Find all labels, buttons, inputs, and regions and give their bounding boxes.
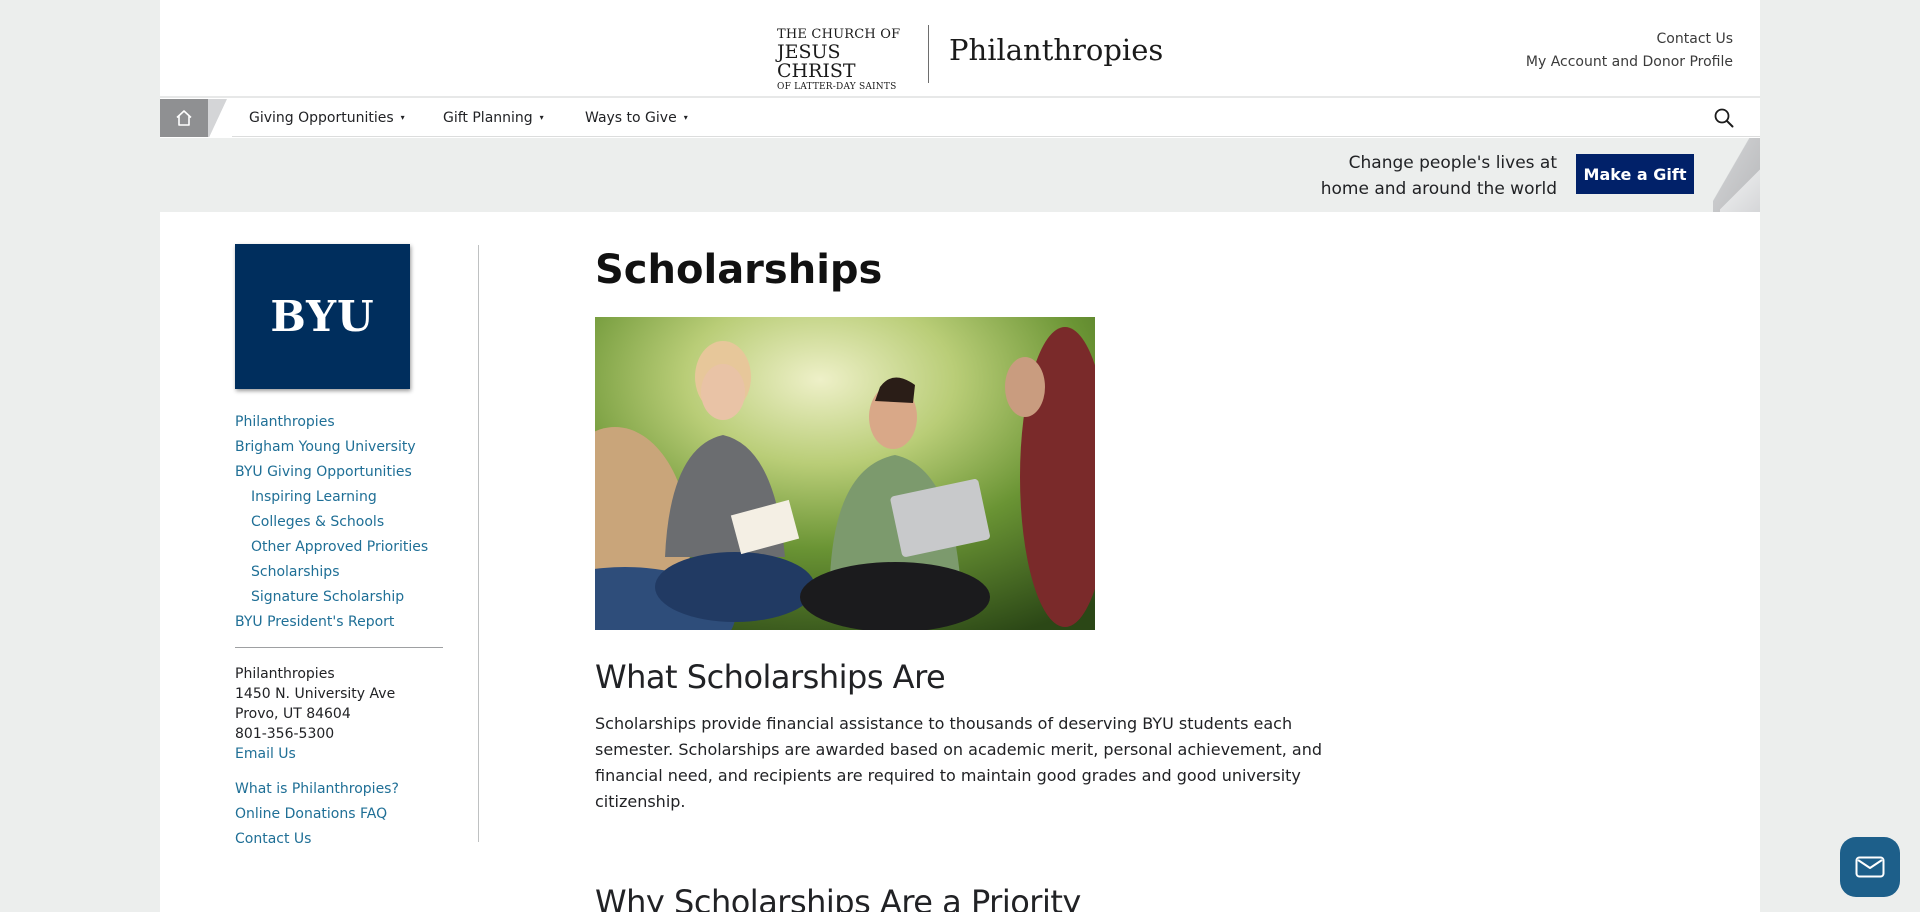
hero-image-students <box>595 317 1095 630</box>
header-links: Contact Us My Account and Donor Profile <box>1526 28 1733 74</box>
site-name-logo[interactable]: Philanthropies <box>949 33 1163 67</box>
caret-down-icon: ▾ <box>400 113 405 122</box>
nav-gift-planning-label: Gift Planning <box>443 110 533 126</box>
section-heading-what-scholarships-are: What Scholarships Are <box>595 658 946 696</box>
sidebar-divider <box>235 647 443 648</box>
students-photo-illustration <box>595 317 1095 630</box>
sidebar-item-other-approved-priorities[interactable]: Other Approved Priorities <box>235 535 465 560</box>
mail-icon <box>1855 856 1885 878</box>
site-header: THE CHURCH OF JESUS CHRIST OF LATTER-DAY… <box>160 0 1760 98</box>
home-button[interactable] <box>160 99 208 137</box>
byu-logo-text: BYU <box>270 292 375 341</box>
church-logo-line1: THE CHURCH OF <box>777 27 901 42</box>
home-icon <box>176 110 192 126</box>
online-donations-faq-link[interactable]: Online Donations FAQ <box>235 802 465 827</box>
nav-giving-opportunities-label: Giving Opportunities <box>249 110 394 126</box>
section-heading-why-priority: Why Scholarships Are a Priority <box>595 883 1081 912</box>
caret-down-icon: ▾ <box>539 113 544 122</box>
contact-address: Philanthropies 1450 N. University Ave Pr… <box>235 664 465 764</box>
sidebar-item-inspiring-learning[interactable]: Inspiring Learning <box>235 485 465 510</box>
church-logo-line2: JESUS CHRIST <box>777 41 856 82</box>
banner-line2: home and around the world <box>1320 179 1557 199</box>
sidebar-item-philanthropies[interactable]: Philanthropies <box>235 410 465 435</box>
main-nav: Giving Opportunities ▾ Gift Planning ▾ Way… <box>160 99 1760 137</box>
sidebar-info-links: What is Philanthropies? Online Donations… <box>235 777 465 852</box>
byu-logo[interactable]: BYU <box>235 244 410 389</box>
search-button[interactable] <box>1713 107 1735 129</box>
sidebar-item-signature-scholarship[interactable]: Signature Scholarship <box>235 585 465 610</box>
make-a-gift-button[interactable]: Make a Gift <box>1576 154 1694 194</box>
sidebar-contact-us-link[interactable]: Contact Us <box>235 827 465 852</box>
what-is-philanthropies-link[interactable]: What is Philanthropies? <box>235 777 465 802</box>
account-donor-profile-link[interactable]: My Account and Donor Profile <box>1526 51 1733 74</box>
logo-divider <box>928 25 929 83</box>
email-us-link[interactable]: Email Us <box>235 746 296 762</box>
chat-button[interactable] <box>1840 837 1900 897</box>
nav-gift-planning[interactable]: Gift Planning ▾ <box>443 99 544 137</box>
page-title: Scholarships <box>595 247 883 293</box>
caret-down-icon: ▾ <box>683 113 688 122</box>
banner-message: Change people's lives at home and around… <box>1321 150 1557 202</box>
main-content: Scholarships What Scholarships Are Schol… <box>595 242 1335 912</box>
address-phone: 801-356-5300 <box>235 726 335 742</box>
page: THE CHURCH OF JESUS CHRIST OF LATTER-DAY… <box>160 0 1760 912</box>
church-logo-line3: OF LATTER-DAY SAINTS <box>777 82 897 92</box>
address-street: 1450 N. University Ave <box>235 686 396 702</box>
banner-line1: Change people's lives at <box>1348 153 1557 173</box>
gift-banner: Change people's lives at home and around… <box>160 138 1760 212</box>
nav-ways-to-give[interactable]: Ways to Give ▾ <box>585 99 688 137</box>
sidebar-item-brigham-young-university[interactable]: Brigham Young University <box>235 435 465 460</box>
home-slant-decoration <box>208 99 232 137</box>
address-name: Philanthropies <box>235 666 335 682</box>
search-icon <box>1714 108 1734 128</box>
nav-ways-to-give-label: Ways to Give <box>585 110 677 126</box>
contact-us-link[interactable]: Contact Us <box>1526 28 1733 51</box>
sidebar-item-byu-giving-opportunities[interactable]: BYU Giving Opportunities <box>235 460 465 485</box>
sidebar-nav: Philanthropies Brigham Young University … <box>235 410 465 635</box>
sidebar-vertical-rule <box>478 245 479 842</box>
banner-decoration <box>1720 166 1760 212</box>
address-city: Provo, UT 84604 <box>235 706 351 722</box>
sidebar-item-colleges-schools[interactable]: Colleges & Schools <box>235 510 465 535</box>
sidebar-item-scholarships[interactable]: Scholarships <box>235 560 465 585</box>
sidebar: BYU Philanthropies Brigham Young Univers… <box>235 244 465 852</box>
church-logo[interactable]: THE CHURCH OF JESUS CHRIST OF LATTER-DAY… <box>777 28 913 92</box>
sidebar-item-presidents-report[interactable]: BYU President's Report <box>235 610 465 635</box>
nav-giving-opportunities[interactable]: Giving Opportunities ▾ <box>249 99 405 137</box>
section-body-what-scholarships-are: Scholarships provide financial assistanc… <box>595 714 1323 811</box>
